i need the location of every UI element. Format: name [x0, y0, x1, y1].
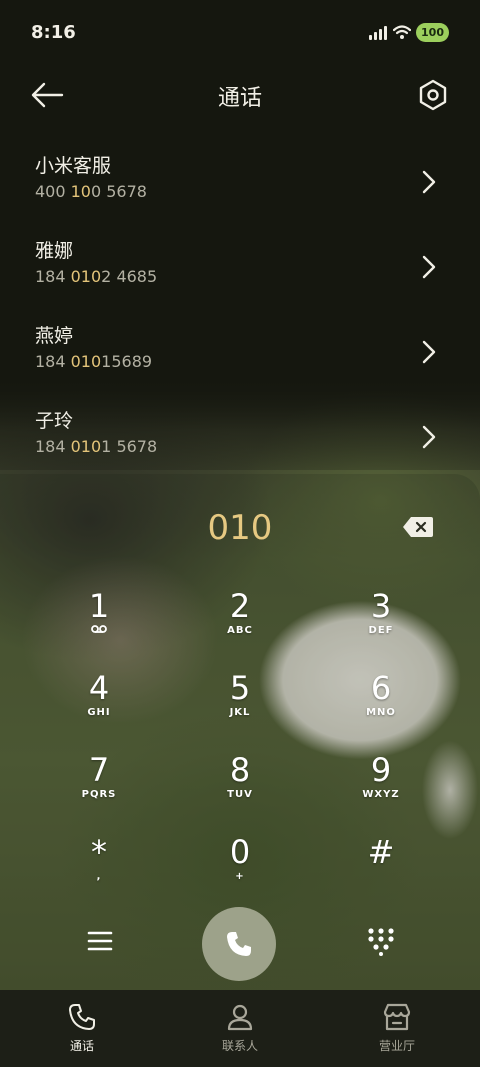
key-letters: DEF — [368, 625, 394, 636]
key-hash[interactable]: # — [331, 834, 431, 914]
key-4[interactable]: 4 GHI — [49, 670, 149, 750]
key-digit: # — [367, 833, 395, 871]
key-1[interactable]: 1 — [49, 588, 149, 668]
nav-item-store[interactable]: 营业厅 — [347, 1002, 447, 1054]
contact-row[interactable]: 小米客服 400 100 5678 — [0, 151, 480, 231]
contact-name: 燕婷 — [35, 325, 74, 347]
status-bar: 8:16 100 — [0, 0, 480, 66]
nav-label: 通话 — [69, 1039, 94, 1053]
contact-number: 184 01015689 — [35, 352, 153, 371]
contact-name: 子玲 — [35, 410, 74, 432]
contact-number: 400 100 5678 — [35, 182, 147, 201]
key-digit: 0 — [229, 833, 251, 871]
key-0[interactable]: 0 + — [190, 834, 290, 914]
dialpad-icon[interactable] — [366, 926, 396, 956]
signal-icon — [369, 26, 389, 40]
key-digit: 5 — [229, 669, 251, 707]
key-letters: WXYZ — [362, 789, 400, 800]
key-star[interactable]: * , — [49, 834, 149, 914]
key-digit: 1 — [88, 587, 110, 625]
key-5[interactable]: 5 JKL — [190, 670, 290, 750]
key-digit: 4 — [88, 669, 110, 707]
settings-hexagon-icon[interactable] — [416, 78, 450, 112]
key-letters: + — [235, 871, 245, 882]
battery-indicator: 100 — [416, 23, 449, 42]
key-letters: TUV — [227, 789, 253, 800]
call-button[interactable] — [202, 907, 276, 981]
key-letters: PQRS — [81, 789, 117, 800]
key-9[interactable]: 9 WXYZ — [331, 752, 431, 832]
backspace-icon[interactable] — [402, 516, 434, 538]
key-digit: 3 — [370, 587, 392, 625]
chevron-right-icon — [422, 170, 436, 194]
contact-row[interactable]: 燕婷 184 01015689 — [0, 321, 480, 401]
chevron-right-icon — [422, 255, 436, 279]
contact-name: 小米客服 — [35, 155, 112, 177]
bottom-navigation: 通话 联系人 营业厅 — [0, 990, 480, 1067]
person-icon — [227, 1004, 253, 1031]
contact-row[interactable]: 子玲 184 0101 5678 — [0, 406, 480, 486]
app-header: 通话 — [0, 70, 480, 120]
key-6[interactable]: 6 MNO — [331, 670, 431, 750]
nav-label: 联系人 — [221, 1039, 258, 1053]
key-digit: 9 — [370, 751, 392, 789]
key-7[interactable]: 7 PQRS — [49, 752, 149, 832]
nav-item-contacts[interactable]: 联系人 — [190, 1002, 290, 1054]
key-digit: 2 — [229, 587, 251, 625]
contact-row[interactable]: 雅娜 184 0102 4685 — [0, 236, 480, 316]
contact-number: 184 0102 4685 — [35, 267, 158, 286]
key-letters: , — [96, 871, 102, 882]
key-digit: 8 — [229, 751, 251, 789]
key-digit: * — [91, 833, 107, 871]
key-3[interactable]: 3 DEF — [331, 588, 431, 668]
key-digit: 7 — [88, 751, 110, 789]
page-title: 通话 — [217, 86, 262, 111]
key-digit: 6 — [370, 669, 392, 707]
phone-icon — [69, 1004, 95, 1030]
key-2[interactable]: 2 ABC — [190, 588, 290, 668]
menu-icon[interactable] — [86, 928, 114, 954]
chevron-right-icon — [422, 340, 436, 364]
contact-name: 雅娜 — [35, 240, 74, 262]
status-time: 8:16 — [31, 22, 76, 43]
key-letters: JKL — [229, 707, 251, 718]
key-letters: GHI — [87, 707, 111, 718]
nav-item-calls[interactable]: 通话 — [32, 1002, 132, 1054]
wifi-icon — [393, 25, 411, 39]
phone-icon — [227, 932, 251, 956]
key-8[interactable]: 8 TUV — [190, 752, 290, 832]
store-icon — [383, 1003, 411, 1031]
key-letters: ABC — [227, 625, 253, 636]
voicemail-icon — [91, 625, 107, 633]
key-letters: MNO — [366, 707, 396, 718]
nav-label: 营业厅 — [378, 1039, 415, 1053]
contact-number: 184 0101 5678 — [35, 437, 158, 456]
chevron-right-icon — [422, 425, 436, 449]
